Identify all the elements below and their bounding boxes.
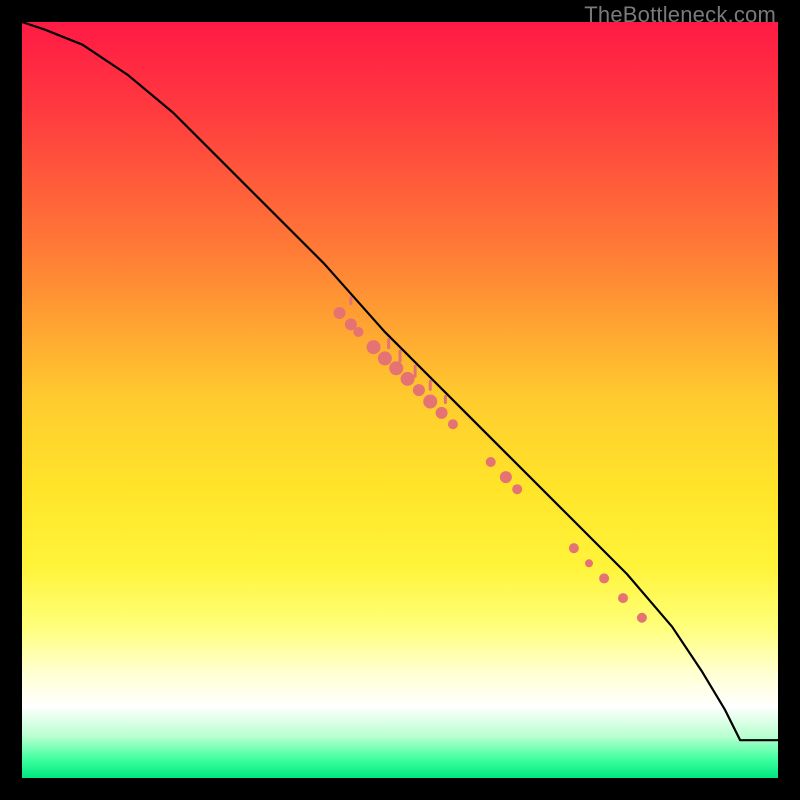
- data-point: [401, 372, 415, 386]
- data-point: [618, 593, 628, 603]
- data-point: [500, 471, 512, 483]
- gradient-bg: [22, 22, 778, 778]
- data-point: [334, 307, 346, 319]
- data-point: [569, 543, 579, 553]
- plot-area: [22, 22, 778, 778]
- data-point: [512, 484, 522, 494]
- data-point: [378, 351, 392, 365]
- data-point: [486, 457, 496, 467]
- data-point: [413, 384, 425, 396]
- data-point: [637, 613, 647, 623]
- data-point: [585, 559, 593, 567]
- chart-svg: [22, 22, 778, 778]
- data-point: [599, 573, 609, 583]
- data-point: [423, 395, 437, 409]
- data-point: [353, 327, 363, 337]
- data-point: [367, 340, 381, 354]
- data-point: [448, 419, 458, 429]
- chart-frame: TheBottleneck.com: [0, 0, 800, 800]
- data-point: [389, 361, 403, 375]
- data-point: [436, 407, 448, 419]
